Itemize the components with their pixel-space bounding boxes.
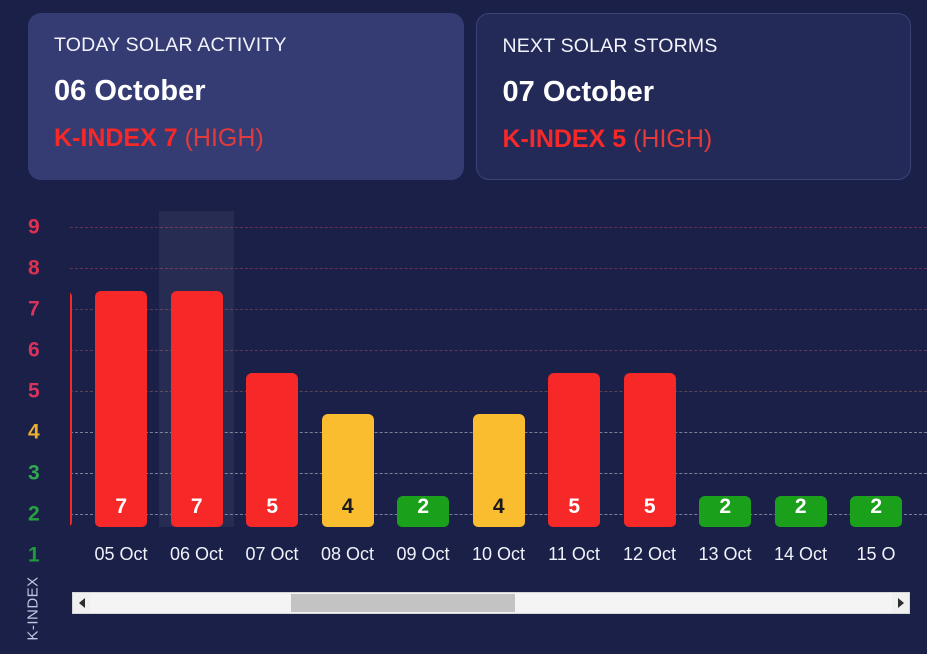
x-axis-tick: 14 Oct <box>773 545 828 564</box>
x-axis-tick: 12 Oct <box>622 545 677 564</box>
bar-series: 7 7 5 4 2 4 5 5 2 2 2 <box>70 211 927 527</box>
card-today-solar-activity[interactable]: TODAY SOLAR ACTIVITY 06 October K-INDEX … <box>28 13 464 180</box>
bar-value-label: 5 <box>643 495 656 518</box>
scrollbar-track[interactable] <box>90 593 892 613</box>
x-axis-tick: 08 Oct <box>320 545 375 564</box>
card-date: 07 October <box>502 76 655 109</box>
card-date: 06 October <box>54 75 206 108</box>
card-title: NEXT SOLAR STORMS <box>502 35 718 57</box>
bar[interactable]: 7 <box>170 290 223 527</box>
bar[interactable]: 2 <box>774 495 827 527</box>
card-kindex-level: (HIGH) <box>633 125 713 154</box>
x-axis-tick: 05 Oct <box>94 545 148 564</box>
bar[interactable] <box>70 290 72 527</box>
y-axis-tick: 3 <box>28 461 40 485</box>
card-kindex-value: K-INDEX 7 <box>54 124 178 153</box>
bar-value-label: 4 <box>492 495 505 518</box>
x-axis-tick: 11 Oct <box>548 545 600 564</box>
x-axis-tick: 13 Oct <box>698 545 752 564</box>
bar-value-label: 2 <box>870 495 883 518</box>
bar-value-label: 2 <box>417 495 430 518</box>
x-axis-tick: 07 Oct <box>245 545 299 564</box>
bar[interactable]: 5 <box>548 372 601 527</box>
scroll-left-button[interactable] <box>73 593 90 613</box>
y-axis-tick: 5 <box>28 379 40 403</box>
x-axis-tick: )ct <box>70 545 83 563</box>
kindex-bar-chart: 9 8 7 6 5 4 3 2 1 7 7 5 4 2 4 5 5 2 2 2 )ct 05 Oct 06 Oct 07 … <box>0 180 927 654</box>
bar[interactable]: 7 <box>95 290 148 527</box>
x-axis: )ct 05 Oct 06 Oct 07 Oct 08 Oct 09 Oct 10 Oct 1… <box>70 545 927 569</box>
card-kindex: K-INDEX 5 (HIGH) <box>503 126 885 154</box>
horizontal-scrollbar[interactable] <box>72 592 910 614</box>
x-axis-tick: 15 O <box>856 545 896 564</box>
plot-area[interactable]: 7 7 5 4 2 4 5 5 2 2 2 <box>70 211 927 527</box>
y-axis-tick: 9 <box>28 215 40 239</box>
bar-value-label: 7 <box>190 495 203 518</box>
y-axis-tick: 7 <box>28 297 40 321</box>
bar-value-label: 4 <box>341 495 354 518</box>
summary-cards-row: TODAY SOLAR ACTIVITY 06 October K-INDEX … <box>0 0 927 180</box>
bar-value-label: 2 <box>794 495 807 518</box>
bar-value-label: 5 <box>266 495 279 518</box>
bar-value-label: 5 <box>568 495 581 518</box>
x-axis-tick: 10 Oct <box>471 545 526 564</box>
bar[interactable]: 2 <box>850 495 903 527</box>
y-axis-tick: 2 <box>28 502 40 526</box>
chevron-right-icon <box>897 598 904 608</box>
bar[interactable]: 5 <box>623 372 676 527</box>
y-axis-tick: 6 <box>28 338 40 362</box>
bar[interactable]: 4 <box>472 413 525 527</box>
bar-value-label: 2 <box>719 495 732 518</box>
card-title: TODAY SOLAR ACTIVITY <box>54 34 287 56</box>
bar[interactable]: 2 <box>397 495 450 527</box>
y-axis-title: K-INDEX <box>22 570 44 646</box>
scroll-right-button[interactable] <box>892 593 909 613</box>
bar[interactable]: 5 <box>246 372 299 527</box>
chevron-left-icon <box>78 598 85 608</box>
card-kindex: K-INDEX 7 (HIGH) <box>54 125 438 153</box>
y-axis: 9 8 7 6 5 4 3 2 1 <box>28 180 54 566</box>
scrollbar-thumb[interactable] <box>290 594 516 612</box>
y-axis-title-label: K-INDEX <box>24 575 42 641</box>
x-axis-tick: 06 Oct <box>169 545 224 564</box>
x-axis-tick: 09 Oct <box>396 545 450 564</box>
bar[interactable]: 2 <box>699 495 752 527</box>
card-kindex-value: K-INDEX 5 <box>502 125 627 154</box>
card-next-solar-storms[interactable]: NEXT SOLAR STORMS 07 October K-INDEX 5 (… <box>475 13 911 180</box>
y-axis-tick: 4 <box>28 420 40 444</box>
y-axis-tick: 1 <box>28 543 40 567</box>
bar-value-label: 7 <box>115 495 128 518</box>
y-axis-tick: 8 <box>28 256 40 280</box>
bar[interactable]: 4 <box>321 413 374 527</box>
card-kindex-level: (HIGH) <box>184 124 264 153</box>
